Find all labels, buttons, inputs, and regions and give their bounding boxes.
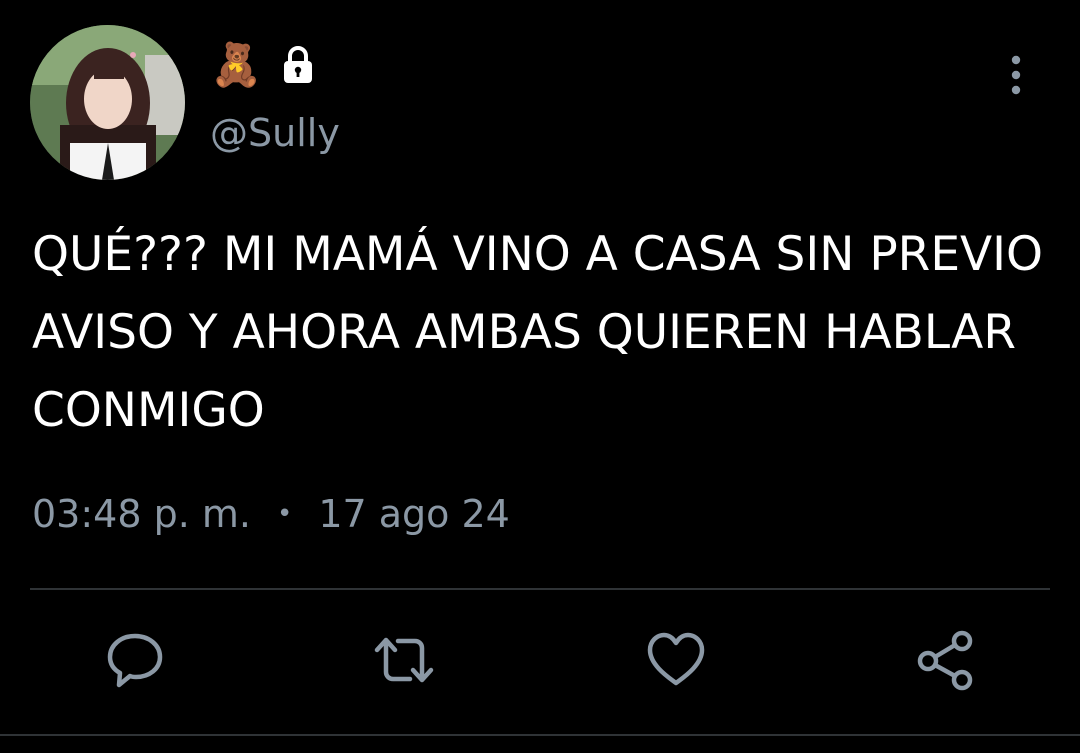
bottom-divider: [0, 734, 1080, 736]
more-options-icon[interactable]: [996, 52, 1036, 98]
user-handle[interactable]: @Sully: [210, 110, 340, 156]
share-icon: [917, 630, 973, 691]
reply-button[interactable]: [103, 628, 167, 692]
lock-icon: [276, 43, 320, 87]
tweet-time[interactable]: 03:48 p. m.: [32, 487, 251, 541]
heart-icon: [647, 632, 705, 686]
retweet-arrows-icon: [374, 637, 434, 683]
tweet-meta: 03:48 p. m. • 17 ago 24: [32, 487, 510, 541]
share-button[interactable]: [913, 628, 977, 692]
divider: [30, 588, 1050, 590]
action-bar: [0, 620, 1080, 700]
display-name[interactable]: 🧸: [210, 40, 262, 90]
user-name-row: 🧸: [210, 40, 320, 90]
meta-separator: •: [276, 499, 293, 529]
speech-bubble-icon: [107, 633, 163, 688]
like-button[interactable]: [644, 628, 708, 692]
tweet-card: 🧸 @Sully QUÉ??? MI MAMÁ VINO A CASA SIN …: [0, 0, 1080, 753]
retweet-button[interactable]: [372, 628, 436, 692]
avatar[interactable]: [30, 25, 185, 180]
tweet-date[interactable]: 17 ago 24: [318, 487, 510, 541]
tweet-text: QUÉ??? MI MAMÁ VINO A CASA SIN PREVIO AV…: [32, 227, 1044, 438]
profile-photo: [30, 25, 185, 180]
